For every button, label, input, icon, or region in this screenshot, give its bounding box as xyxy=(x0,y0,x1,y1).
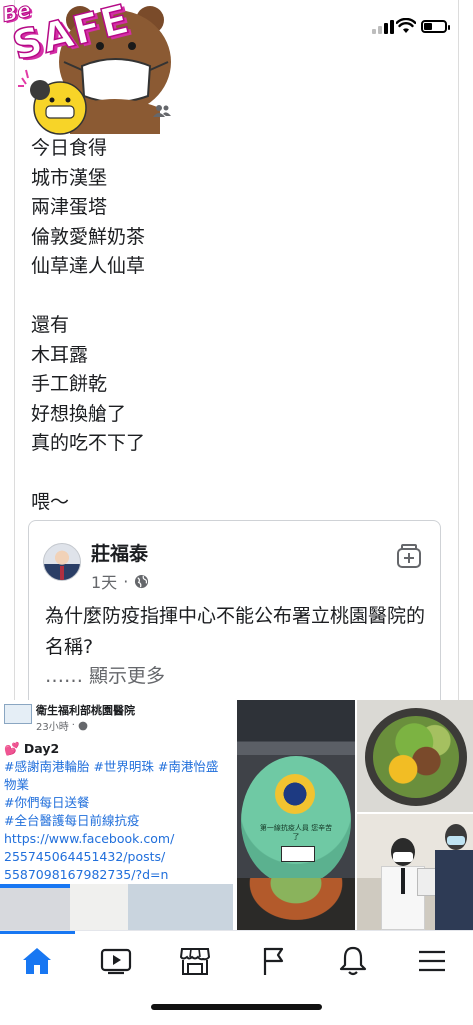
marketplace-tab[interactable] xyxy=(175,941,215,981)
bowl-qr-sticker xyxy=(281,846,315,862)
hospital-logo-icon xyxy=(4,704,32,724)
avatar[interactable] xyxy=(43,543,81,581)
menu-icon xyxy=(419,950,445,972)
meal-bowl-photo[interactable]: 第一線抗疫人員 您辛苦了 xyxy=(237,700,355,930)
post-body-text: 今日食得 城市漢堡 兩津蛋塔 倫敦愛鮮奶茶 仙草達人仙草 還有 木耳露 手工餅乾… xyxy=(31,137,146,513)
shared-post-photo xyxy=(0,884,233,930)
shared-post-line: https://www.facebook.com/ xyxy=(4,831,175,846)
comment-card[interactable]: 莊福泰 1天 · 為什麼防疫指揮中心不能公布署立桃園醫院的名稱? …… 顯示更多 xyxy=(28,520,441,705)
shared-post-text: 💕 Day2 #感謝南港輪胎 #世界明珠 #南港怡盛 物業 #你們每日送餐 #全… xyxy=(4,740,230,884)
shared-post-line: 5587098167982735/?d=n xyxy=(4,867,169,882)
shared-post-line: 255745064451432/posts/ xyxy=(4,849,166,864)
active-tab-indicator xyxy=(0,931,75,934)
home-tab[interactable] xyxy=(17,941,57,981)
salad-photo[interactable] xyxy=(357,700,473,812)
globe-icon xyxy=(78,721,88,730)
home-icon xyxy=(23,948,51,974)
staff-person xyxy=(435,824,473,930)
comment-author-name[interactable]: 莊福泰 xyxy=(91,539,148,566)
video-tab[interactable] xyxy=(96,941,136,981)
pages-tab[interactable] xyxy=(254,941,294,981)
marketplace-icon xyxy=(179,948,211,975)
meta-separator: · xyxy=(71,720,75,731)
shared-post-screenshot[interactable]: 衛生福利部桃園醫院 23小時 · 💕 Day2 #感謝南港輪胎 #世界明珠 #南… xyxy=(0,700,235,930)
shared-post-line: 💕 Day2 xyxy=(4,741,60,756)
notifications-tab[interactable] xyxy=(333,941,373,981)
notifications-bell-icon xyxy=(339,946,367,976)
hospital-emblem-icon xyxy=(275,774,315,814)
video-icon xyxy=(100,948,132,975)
shared-page-name: 衛生福利部桃園醫院 xyxy=(36,704,135,717)
bowl-lid-text: 第一線抗疫人員 您辛苦了 xyxy=(259,824,333,841)
meta-separator: · xyxy=(123,571,129,591)
comment-time: 1天 xyxy=(91,573,118,592)
bowl-food xyxy=(237,878,355,930)
shared-post-meta: 23小時 · xyxy=(36,718,88,733)
photo-grid: 衛生福利部桃園醫院 23小時 · 💕 Day2 #感謝南港輪胎 #世界明珠 #南… xyxy=(0,700,473,930)
comment-meta: 1天 · xyxy=(91,569,149,593)
shared-post-time: 23小時 xyxy=(36,722,69,733)
be-safe-sticker: Be SAFE xyxy=(0,0,180,140)
pages-flag-icon xyxy=(263,947,284,975)
save-post-icon[interactable] xyxy=(396,543,422,569)
group-icon xyxy=(153,105,171,117)
menu-tab[interactable] xyxy=(412,941,452,981)
home-indicator[interactable] xyxy=(151,1004,322,1010)
shared-post-line: 物業 xyxy=(4,777,30,792)
shared-post-line: #全台醫護每日前線抗疫 xyxy=(4,813,140,828)
shared-post-line: #感謝南港輪胎 #世界明珠 #南港怡盛 xyxy=(4,759,219,774)
bottom-nav xyxy=(0,930,473,1025)
salad-food xyxy=(373,716,459,798)
comment-text: 為什麼防疫指揮中心不能公布署立桃園醫院的名稱? xyxy=(45,605,426,658)
shared-post-line: #你們每日送餐 xyxy=(4,795,90,810)
see-more-link[interactable]: …… 顯示更多 xyxy=(45,661,165,688)
staff-delivery-photo[interactable] xyxy=(357,814,473,930)
globe-icon xyxy=(135,574,149,588)
